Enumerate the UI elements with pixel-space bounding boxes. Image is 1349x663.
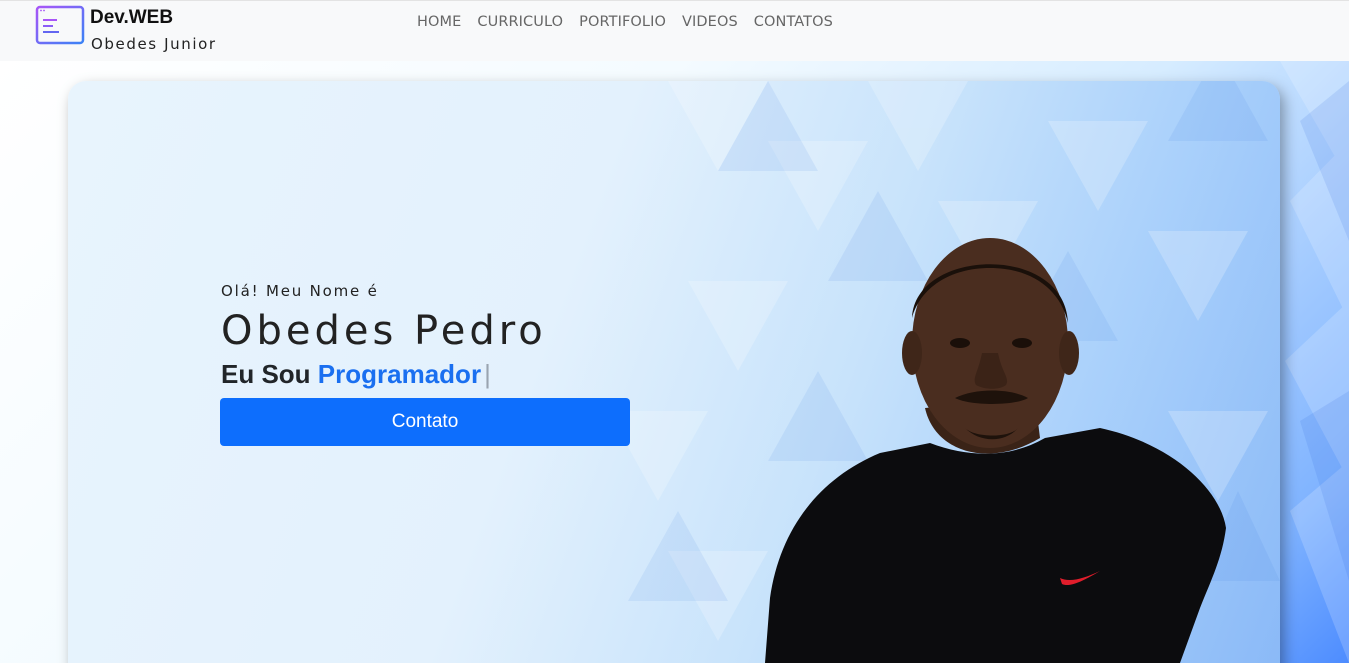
nav-item-home[interactable]: HOME [417,14,461,30]
nav-item-videos[interactable]: VIDEOS [682,14,738,30]
role-line: Eu Sou Programador | [221,359,491,390]
greeting-text: Olá! Meu Nome é [221,282,379,300]
brand-title[interactable]: Dev.WEB [90,7,173,29]
hero-name: Obedes Pedro [221,308,547,354]
brand-subtitle[interactable]: Obedes Junior [91,35,217,53]
contact-button[interactable]: Contato [220,398,630,446]
nav-item-portifolio[interactable]: PORTIFOLIO [579,14,666,30]
nav-item-contatos[interactable]: CONTATOS [754,14,833,30]
role-word: Programador [317,359,482,389]
main-nav: HOME CURRICULO PORTIFOLIO VIDEOS CONTATO… [417,14,849,30]
code-window-icon[interactable] [35,5,85,45]
navbar: Dev.WEB Obedes Junior HOME CURRICULO POR… [0,0,1349,61]
typing-cursor: | [484,359,491,389]
profile-photo [765,238,1226,663]
nav-item-curriculo[interactable]: CURRICULO [477,14,563,30]
role-prefix: Eu Sou [221,359,311,389]
